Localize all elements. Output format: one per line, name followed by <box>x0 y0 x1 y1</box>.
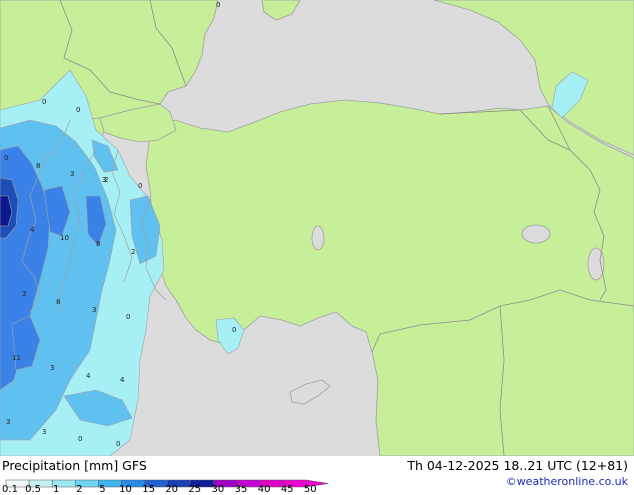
contour-label: 0 <box>76 106 80 114</box>
contour-label: 0 <box>138 182 142 190</box>
contour-label: 8 <box>56 298 60 306</box>
map-footer: Precipitation [mm] GFS Th 04-12-2025 18.… <box>0 456 634 495</box>
contour-label: 3 <box>22 290 26 298</box>
contour-label: 3 <box>92 306 96 314</box>
lake-tuz <box>311 225 325 251</box>
contour-label: 8 <box>36 162 40 170</box>
contour-label: 0 <box>42 98 46 106</box>
contour-label: 3 <box>42 428 46 436</box>
contour-label: 4 <box>120 376 125 384</box>
credit-link[interactable]: ©weatheronline.co.uk <box>506 475 628 488</box>
contour-label: 0 <box>78 435 82 443</box>
contour-label: 4 <box>86 372 91 380</box>
contour-label: 0 <box>126 313 130 321</box>
contour-label: 2 <box>104 176 108 184</box>
contour-label: 3 <box>6 418 10 426</box>
contour-label: 0 <box>116 440 120 448</box>
contour-label: 0 <box>216 1 220 9</box>
contour-label: 3 <box>70 170 74 178</box>
contour-label: 10 <box>60 234 69 242</box>
color-scale: 0.1 0.5 1 2 5 10 15 20 25 30 35 40 45 50 <box>2 474 332 495</box>
map-title: Precipitation [mm] GFS <box>2 458 147 473</box>
contour-label: 8 <box>96 240 100 248</box>
lake-van <box>521 224 551 244</box>
contour-label: 11 <box>12 354 21 362</box>
contour-label: 0 <box>4 154 8 162</box>
contour-label: 2 <box>131 248 135 256</box>
precipitation-map: 0 0 0 0 3 8 3 2 0 4 10 8 2 3 8 3 0 11 3 … <box>0 0 634 456</box>
valid-time: Th 04-12-2025 18..21 UTC (12+81) <box>407 458 628 473</box>
contour-label: 3 <box>50 364 54 372</box>
contour-label: 0 <box>232 326 236 334</box>
contour-label: 4 <box>30 226 35 234</box>
